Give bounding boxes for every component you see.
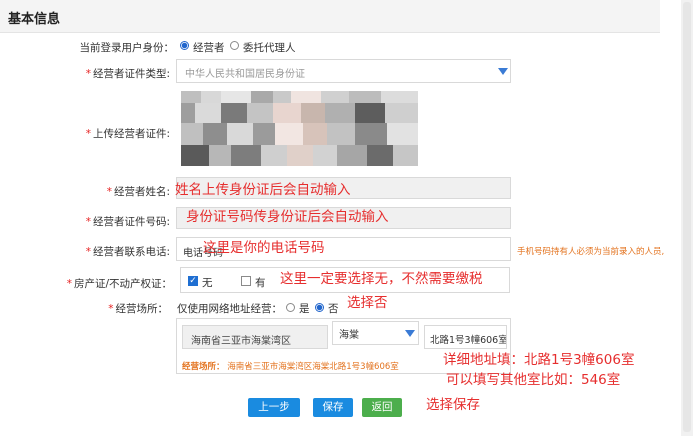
property-option-has[interactable]: 有 xyxy=(255,275,266,290)
identity-radio-agent[interactable] xyxy=(230,41,239,50)
address-detail-value: 北路1号3幢606室 xyxy=(430,335,507,346)
premises-label: * 经营场所： xyxy=(108,303,168,315)
address-detail-field[interactable]: 北路1号3幢606室 xyxy=(424,325,507,349)
cert-type-value: 中华人民共和国居民身份证 xyxy=(185,69,305,80)
cert-no-label: * 经营者证件号码: xyxy=(85,216,170,228)
identity-option-agent[interactable]: 委托代理人 xyxy=(243,40,296,55)
back-button[interactable]: 返回 xyxy=(362,398,402,417)
phone-hint: 手机号码持有人必须为当前录入的人员, xyxy=(517,247,665,257)
address-summary-label: 经营场所： xyxy=(182,362,225,372)
property-annotation: 这里一定要选择无，不然需要缴税 xyxy=(280,271,483,287)
name-label: * 经营者姓名: xyxy=(106,186,170,198)
upload-label: * 上传经营者证件: xyxy=(85,128,170,140)
section-title: 基本信息 xyxy=(8,12,61,27)
identity-option-operator[interactable]: 经营者 xyxy=(193,40,225,55)
online-option-yes[interactable]: 是 xyxy=(299,301,310,316)
address-summary: 经营场所： 海南省三亚市海棠湾区海棠北路1号3幢606室 xyxy=(182,360,399,372)
identity-radio-operator[interactable] xyxy=(180,41,189,50)
chevron-down-icon xyxy=(498,68,508,75)
name-annotation: 姓名上传身份证后会自动输入 xyxy=(175,182,351,198)
phone-label: * 经营者联系电话: xyxy=(85,246,170,258)
cert-type-label: * 经营者证件类型: xyxy=(85,68,170,80)
id-card-image[interactable] xyxy=(181,91,418,166)
premises-annotation: 选择否 xyxy=(347,295,388,311)
save-annotation: 选择保存 xyxy=(426,397,480,413)
online-radio-no[interactable] xyxy=(315,303,324,312)
property-checkbox-has[interactable] xyxy=(241,276,251,286)
previous-step-button[interactable]: 上一步 xyxy=(248,398,300,417)
chevron-down-icon xyxy=(405,330,415,337)
property-option-none[interactable]: 无 xyxy=(202,275,213,290)
address-summary-value: 海南省三亚市海棠湾区海棠北路1号3幢606室 xyxy=(227,362,399,372)
phone-annotation: 这里是你的电话号码 xyxy=(203,240,325,256)
identity-label: 当前登录用户身份： xyxy=(79,42,175,54)
property-checkbox-none[interactable]: ✓ xyxy=(188,276,198,286)
district-value: 海棠 xyxy=(339,330,359,341)
online-question: 仅使用网络地址经营： xyxy=(177,303,282,315)
online-radio-yes[interactable] xyxy=(286,303,295,312)
cert-no-annotation: 身份证号码传身份证后会自动输入 xyxy=(186,209,389,225)
region-field[interactable]: 海南省三亚市海棠湾区 xyxy=(182,325,328,349)
room-annotation: 可以填写其他室比如：546室 xyxy=(446,372,621,388)
scrollbar-thumb[interactable] xyxy=(683,2,691,432)
district-select[interactable]: 海棠 xyxy=(332,321,419,345)
address-annotation: 详细地址填：北路1号3幢606室 xyxy=(443,352,635,368)
pixelated-id-photo-icon xyxy=(181,91,418,166)
section-header xyxy=(0,0,660,33)
region-value: 海南省三亚市海棠湾区 xyxy=(191,336,291,347)
online-option-no[interactable]: 否 xyxy=(328,301,339,316)
save-button[interactable]: 保存 xyxy=(313,398,353,417)
property-label: * 房产证/不动产权证： xyxy=(66,278,172,290)
cert-type-select[interactable]: 中华人民共和国居民身份证 xyxy=(176,59,511,83)
